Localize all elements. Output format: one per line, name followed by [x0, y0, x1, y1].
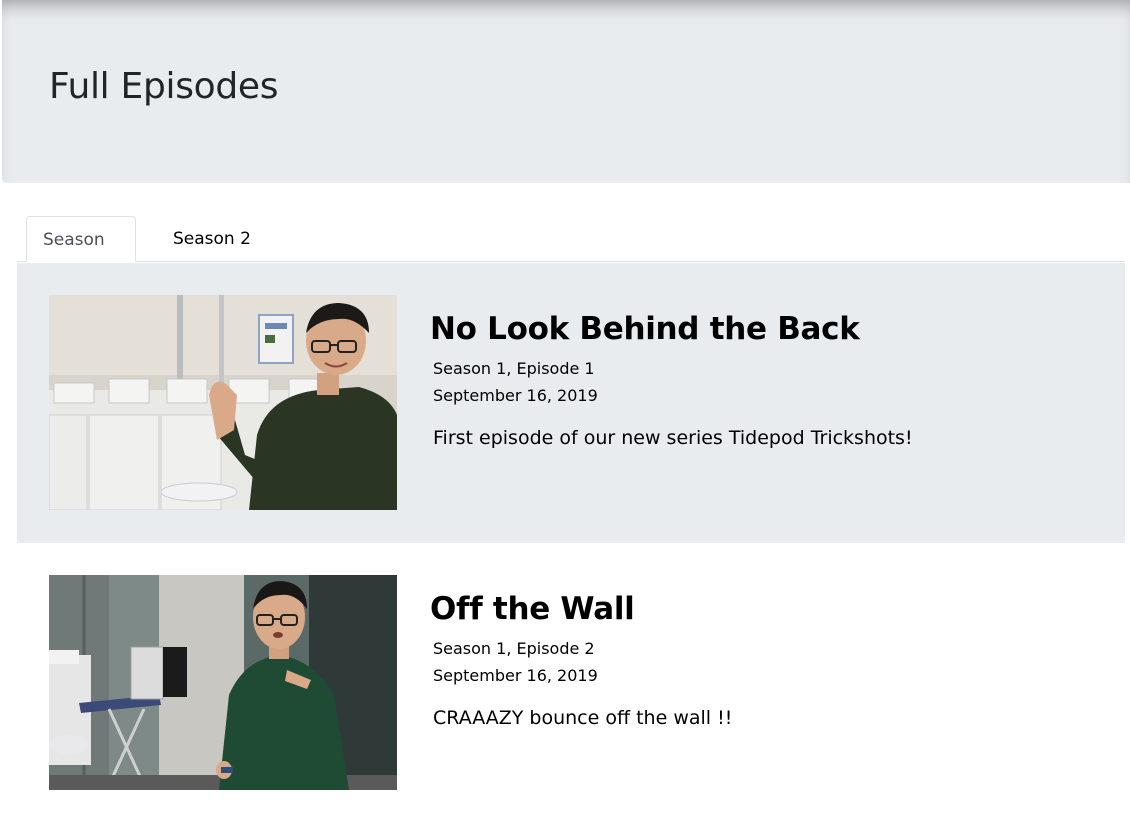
page-header: Full Episodes: [2, 0, 1130, 183]
episode-thumbnail[interactable]: [49, 295, 397, 510]
laundry-room-waving-thumbnail: [49, 295, 397, 510]
episode-title[interactable]: No Look Behind the Back: [430, 311, 860, 347]
episode-card[interactable]: Off the Wall Season 1, Episode 2 Septemb…: [17, 543, 1125, 823]
episode-number: Season 1, Episode 1: [433, 359, 595, 378]
page-title: Full Episodes: [49, 66, 279, 107]
season-tabs: Season 1 Season 2: [17, 216, 1125, 296]
episode-date: September 16, 2019: [433, 666, 598, 685]
episode-thumbnail[interactable]: [49, 575, 397, 790]
episode-description: First episode of our new series Tidepod …: [433, 427, 913, 449]
episode-description: CRAAAZY bounce off the wall !!: [433, 707, 733, 729]
laundry-room-pointing-thumbnail: [49, 575, 397, 790]
episode-number: Season 1, Episode 2: [433, 639, 595, 658]
tab-season-1[interactable]: Season 1: [26, 216, 136, 296]
episode-title[interactable]: Off the Wall: [430, 591, 635, 627]
episode-date: September 16, 2019: [433, 386, 598, 405]
tab-season-2[interactable]: Season 2: [157, 216, 267, 261]
episode-card[interactable]: No Look Behind the Back Season 1, Episod…: [17, 263, 1125, 543]
